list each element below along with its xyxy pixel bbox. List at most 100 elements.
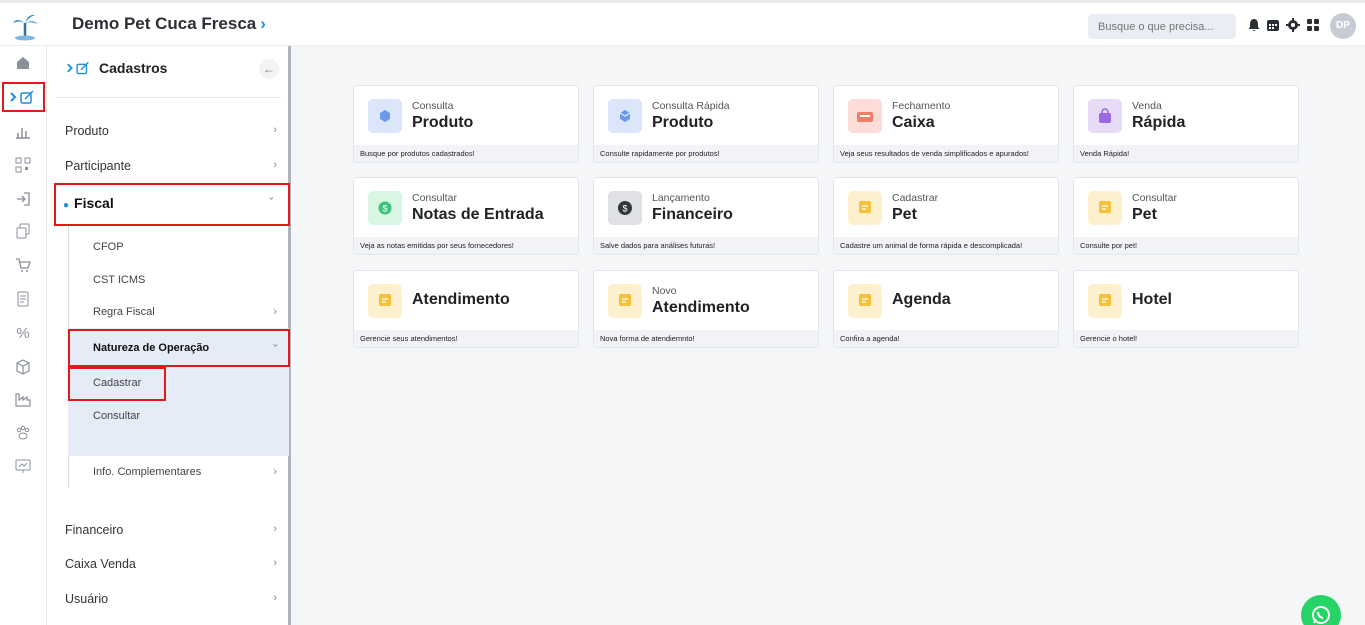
login-icon[interactable]: [14, 190, 32, 208]
submenu-label: CFOP: [93, 241, 124, 253]
menu-item-financeiro[interactable]: Financeiro ›: [65, 523, 277, 537]
copy-icon[interactable]: [14, 222, 32, 240]
cart-icon[interactable]: [14, 256, 32, 274]
cube-icon: [368, 99, 402, 133]
highlight-box: [68, 367, 166, 401]
card-description: Gerencie o hotel!: [1074, 330, 1298, 347]
menu-item-caixa-venda[interactable]: Caixa Venda ›: [65, 557, 277, 571]
calendar-icon[interactable]: [1266, 18, 1280, 32]
card-title: Financeiro: [652, 206, 733, 223]
card-atendimento[interactable]: Atendimento Gerencie seus atendimentos!: [353, 270, 579, 348]
chevron-right-icon: ›: [273, 124, 277, 136]
card-novo-atendimento[interactable]: Novo Atendimento Nova forma de atendiemn…: [593, 270, 819, 348]
chevron-right-icon: ›: [273, 592, 277, 604]
money-icon: $: [368, 191, 402, 225]
card-title: Hotel: [1132, 291, 1172, 308]
card-subtitle: Venda: [1132, 100, 1162, 112]
card-description: Veja as notas emitidas por seus forneced…: [354, 237, 578, 254]
chevron-right-icon: ›: [273, 557, 277, 569]
highlight-box: [54, 183, 290, 226]
card-cadastrar-pet[interactable]: Cadastrar Pet Cadastre um animal de form…: [833, 177, 1059, 255]
card-consulta-produto[interactable]: Consulta Produto Busque por produtos cad…: [353, 85, 579, 163]
submenu-label: Info. Complementares: [93, 466, 202, 478]
card-subtitle: Lançamento: [652, 192, 710, 204]
home-icon[interactable]: [14, 54, 32, 72]
card-notas-entrada[interactable]: $ Consultar Notas de Entrada Veja as not…: [353, 177, 579, 255]
top-bar: Demo Pet Cuca Fresca› DP: [0, 0, 1365, 46]
note-icon: [1088, 191, 1122, 225]
card-description: Cadastre um animal de forma rápida e des…: [834, 237, 1058, 254]
submenu-label: Regra Fiscal: [93, 306, 155, 318]
whatsapp-button[interactable]: [1301, 595, 1341, 625]
paw-icon[interactable]: [14, 424, 32, 442]
menu-item-label: Usuário: [65, 592, 109, 606]
receipt-icon[interactable]: [14, 290, 32, 308]
card-title: Agenda: [892, 291, 951, 308]
card-venda-rapida[interactable]: Venda Rápida Venda Rápida!: [1073, 85, 1299, 163]
card-description: Consulte por pet!: [1074, 237, 1298, 254]
submenu-item-cst-icms[interactable]: CST ICMS: [93, 274, 277, 286]
svg-text:$: $: [622, 204, 627, 214]
menu-item-label: Caixa Venda: [65, 557, 136, 571]
menu-item-label: Financeiro: [65, 523, 124, 537]
card-subtitle: Consulta Rápida: [652, 100, 730, 112]
menu-item-produto[interactable]: Produto ›: [65, 124, 277, 138]
store-name: Demo Pet Cuca Fresca: [72, 14, 257, 33]
whatsapp-icon: [1312, 606, 1330, 624]
bell-icon[interactable]: [1247, 18, 1261, 32]
card-description: Gerencie seus atendimentos!: [354, 330, 578, 347]
card-title: Notas de Entrada: [412, 206, 544, 223]
card-subtitle: Consulta: [412, 100, 454, 112]
apps-grid-icon[interactable]: [1306, 18, 1320, 32]
card-title: Pet: [1132, 206, 1157, 223]
gear-icon[interactable]: [1286, 18, 1300, 32]
card-fechamento-caixa[interactable]: Fechamento Caixa Veja seus resultados de…: [833, 85, 1059, 163]
package-icon[interactable]: [14, 358, 32, 376]
card-subtitle: Fechamento: [892, 100, 951, 112]
card-description: Salve dados para análises futuras!: [594, 237, 818, 254]
submenu-item-cfop[interactable]: CFOP: [93, 241, 277, 253]
card-description: Nova forma de atendiemnto!: [594, 330, 818, 347]
card-consulta-rapida-produto[interactable]: Consulta Rápida Produto Consulte rapidam…: [593, 85, 819, 163]
collapse-arrow-icon[interactable]: ←: [259, 59, 279, 79]
page-title[interactable]: Demo Pet Cuca Fresca ›: [72, 14, 266, 34]
card-agenda[interactable]: Agenda Confira a agenda!: [833, 270, 1059, 348]
card-subtitle: Cadastrar: [892, 192, 939, 204]
avatar[interactable]: DP: [1330, 13, 1356, 39]
card-hotel[interactable]: Hotel Gerencie o hotel!: [1073, 270, 1299, 348]
card-subtitle: Novo: [652, 285, 677, 297]
card-title: Atendimento: [412, 291, 510, 308]
percent-icon[interactable]: %: [14, 324, 32, 342]
chevron-right-icon: ›: [273, 159, 277, 171]
highlight-box: [2, 82, 45, 112]
register-icon: [848, 99, 882, 133]
chevron-right-icon: ›: [273, 466, 277, 478]
card-consultar-pet[interactable]: Consultar Pet Consulte por pet!: [1073, 177, 1299, 255]
card-lancamento-financeiro[interactable]: $ Lançamento Financeiro Salve dados para…: [593, 177, 819, 255]
card-title: Atendimento: [652, 299, 750, 316]
search-input[interactable]: [1088, 14, 1236, 39]
factory-icon[interactable]: [14, 390, 32, 408]
divider: [55, 97, 281, 98]
presentation-icon[interactable]: [14, 457, 32, 475]
bag-icon: [1088, 99, 1122, 133]
submenu-item-consultar[interactable]: Consultar: [93, 410, 277, 422]
svg-text:$: $: [382, 204, 387, 214]
palm-logo-icon[interactable]: [10, 11, 40, 41]
chevron-right-icon: ›: [260, 14, 266, 33]
menu-item-usuario[interactable]: Usuário ›: [65, 592, 277, 606]
submenu-item-info-complementares[interactable]: Info. Complementares ›: [93, 466, 277, 478]
submenu-item-regra-fiscal[interactable]: Regra Fiscal ›: [93, 306, 277, 318]
qr-code-icon[interactable]: [14, 156, 32, 174]
card-subtitle: Consultar: [412, 192, 457, 204]
card-title: Caixa: [892, 114, 935, 131]
note-icon: [848, 284, 882, 318]
card-description: Confira a agenda!: [834, 330, 1058, 347]
chart-bars-icon[interactable]: [14, 123, 32, 141]
card-description: Venda Rápida!: [1074, 145, 1298, 162]
card-subtitle: Consultar: [1132, 192, 1177, 204]
box-icon: [608, 99, 642, 133]
submenu-label: CST ICMS: [93, 274, 146, 286]
card-description: Busque por produtos cadastrados!: [354, 145, 578, 162]
menu-item-participante[interactable]: Participante ›: [65, 159, 277, 173]
